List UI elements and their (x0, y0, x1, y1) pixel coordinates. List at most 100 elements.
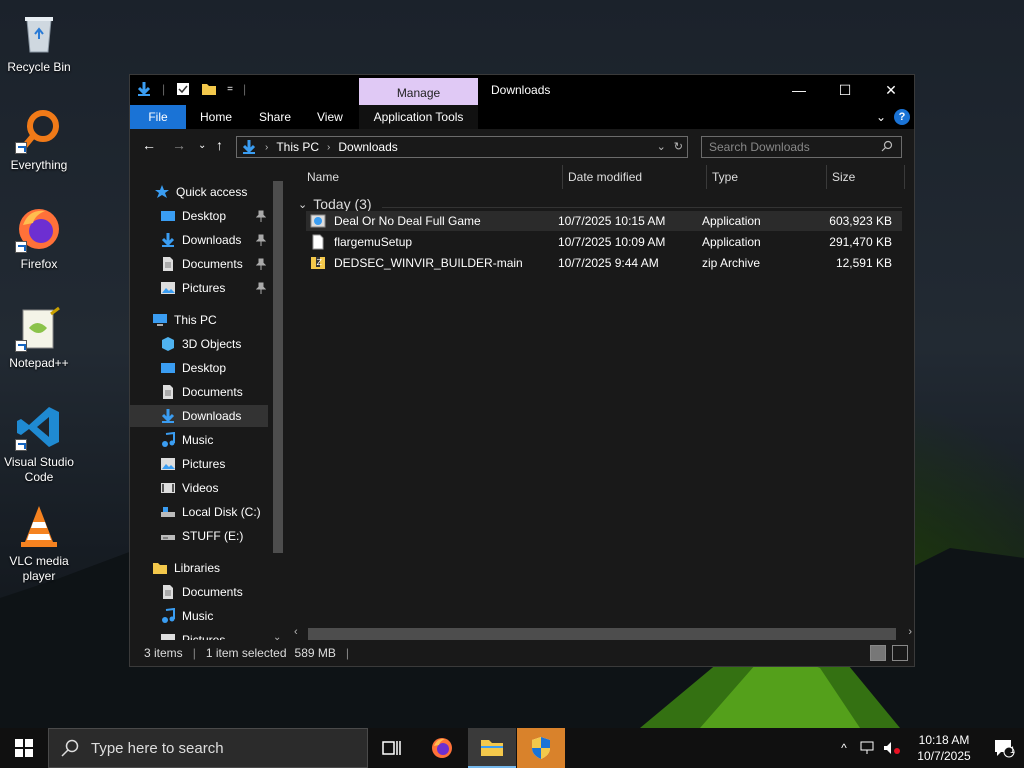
nav-quick-downloads[interactable]: Downloads (130, 229, 268, 251)
task-view-button[interactable] (368, 728, 416, 768)
ribbon-tabs: File Home Share View Application Tools ⌄… (130, 105, 914, 129)
column-header-type[interactable]: Type (712, 163, 738, 191)
close-button[interactable]: ✕ (868, 75, 914, 105)
taskbar-search-input[interactable]: Type here to search (48, 728, 368, 768)
up-arrow-icon[interactable]: ↑ (216, 137, 223, 153)
downloads-folder-icon (161, 409, 175, 423)
taskbar-firefox[interactable] (418, 728, 466, 768)
forward-arrow-icon[interactable]: → (172, 137, 186, 153)
group-header-today[interactable]: ⌄ Today (3) (298, 196, 372, 212)
action-center-button[interactable]: 1 (984, 728, 1024, 768)
3d-objects-icon (162, 337, 174, 351)
expand-ribbon-icon[interactable]: ⌄ (876, 110, 886, 124)
customize-toolbar-icon[interactable]: = (227, 84, 233, 95)
help-icon[interactable]: ? (894, 109, 910, 125)
taskbar-uac-prompt[interactable] (517, 728, 565, 768)
everything-icon (15, 106, 63, 154)
nav-quick-documents[interactable]: Documents (130, 253, 268, 275)
pin-icon[interactable] (256, 210, 266, 222)
nav-documents[interactable]: Documents (130, 381, 268, 403)
nav-quick-desktop[interactable]: Desktop (130, 205, 268, 227)
pin-icon[interactable] (256, 282, 266, 294)
nav-libraries[interactable]: Libraries (130, 557, 268, 579)
back-arrow-icon[interactable]: ← (142, 137, 156, 153)
clock[interactable]: 10:18 AM 10/7/2025 (904, 732, 984, 764)
desktop-icon-label: Recycle Bin (7, 60, 71, 74)
network-icon[interactable] (856, 728, 880, 768)
nav-pictures[interactable]: Pictures (130, 453, 268, 475)
column-header-date[interactable]: Date modified (568, 163, 642, 191)
address-bar[interactable]: › This PC › Downloads ⌄ ↻ (236, 136, 688, 158)
collapse-chevron-icon[interactable]: ⌄ (298, 198, 307, 211)
nav-3d-objects[interactable]: 3D Objects (130, 333, 268, 355)
recent-locations-icon[interactable]: ⌄ (198, 140, 206, 151)
scrollbar-thumb[interactable] (308, 628, 896, 640)
nav-label: Quick access (176, 185, 248, 199)
tab-manage[interactable]: Manage (359, 78, 478, 105)
column-header-name[interactable]: Name (307, 163, 339, 191)
desktop-icon-vscode[interactable]: Visual Studio Code (2, 403, 76, 485)
scroll-left-icon[interactable]: ‹ (294, 626, 298, 638)
properties-icon[interactable] (175, 81, 191, 97)
breadcrumb-chevron-icon[interactable]: › (265, 142, 268, 153)
volume-muted-icon[interactable] (880, 728, 904, 768)
desktop-icon-recycle-bin[interactable]: Recycle Bin (2, 8, 76, 75)
pictures-icon (161, 458, 175, 470)
status-selected: 1 item selected (205, 646, 287, 660)
column-header-size[interactable]: Size (832, 163, 855, 191)
nav-downloads[interactable]: Downloads (130, 405, 268, 427)
pin-icon[interactable] (256, 234, 266, 246)
nav-this-pc[interactable]: This PC (130, 309, 268, 331)
search-icon (61, 739, 79, 757)
minimize-button[interactable]: — (776, 75, 822, 105)
desktop-icon-everything[interactable]: Everything (2, 106, 76, 173)
scrollbar-thumb[interactable] (273, 181, 283, 553)
tab-application-tools[interactable]: Application Tools (359, 105, 478, 129)
navigation-bar: ← → ⌄ ↑ › This PC › Downloads ⌄ ↻ Search… (130, 129, 914, 163)
maximize-button[interactable]: ☐ (822, 75, 868, 105)
desktop-icon-firefox[interactable]: Firefox (2, 205, 76, 272)
start-button[interactable] (0, 728, 48, 768)
breadcrumb-downloads[interactable]: Downloads (338, 140, 397, 154)
nav-music[interactable]: Music (130, 429, 268, 451)
nav-lib-music[interactable]: Music (130, 605, 268, 627)
nav-local-disk[interactable]: Local Disk (C:) (130, 501, 268, 523)
download-arrow-icon[interactable] (136, 81, 152, 97)
nav-desktop[interactable]: Desktop (130, 357, 268, 379)
search-input[interactable]: Search Downloads (701, 136, 902, 158)
libraries-icon (153, 563, 167, 574)
notepadpp-icon (15, 304, 63, 352)
horizontal-scrollbar[interactable]: ‹ › (290, 626, 916, 641)
local-disk-icon (161, 507, 175, 517)
show-hidden-icons-button[interactable]: ^ (832, 728, 856, 768)
desktop-icon-vlc[interactable]: VLC media player (2, 502, 76, 584)
taskbar-file-explorer[interactable] (468, 728, 516, 768)
address-dropdown-icon[interactable]: ⌄ (657, 140, 666, 153)
scroll-right-icon[interactable]: › (908, 626, 912, 638)
tab-home[interactable]: Home (200, 105, 232, 129)
nav-quick-pictures[interactable]: Pictures (130, 277, 268, 299)
tab-view[interactable]: View (317, 105, 343, 129)
shortcut-arrow-icon (15, 340, 27, 352)
file-list: Name Date modified Type Size ⌄ Today (3)… (290, 163, 914, 641)
nav-pane-scrollbar[interactable]: ⌄ (270, 175, 286, 643)
file-row[interactable]: Deal Or No Deal Full Game 10/7/2025 10:15… (306, 211, 902, 231)
file-size: 603,923 KB (829, 214, 892, 228)
file-row[interactable]: Z DEDSEC_WINVIR_BUILDER-main 10/7/2025 9:4… (306, 253, 902, 273)
nav-lib-documents[interactable]: Documents (130, 581, 268, 603)
nav-quick-access[interactable]: Quick access (130, 181, 268, 203)
large-icons-view-icon[interactable] (892, 645, 908, 661)
nav-videos[interactable]: Videos (130, 477, 268, 499)
refresh-icon[interactable]: ↻ (674, 140, 683, 153)
tab-file[interactable]: File (130, 105, 186, 129)
new-folder-icon[interactable] (201, 81, 217, 97)
nav-stuff-drive[interactable]: STUFF (E:) (130, 525, 268, 547)
breadcrumb-chevron-icon[interactable]: › (327, 142, 330, 153)
tab-share[interactable]: Share (259, 105, 291, 129)
computer-icon (153, 314, 167, 326)
desktop-icon-notepadpp[interactable]: Notepad++ (2, 304, 76, 371)
pin-icon[interactable] (256, 258, 266, 270)
breadcrumb-this-pc[interactable]: This PC (276, 140, 319, 154)
details-view-icon[interactable] (870, 645, 886, 661)
file-row[interactable]: flargemuSetup 10/7/2025 10:09 AM Applicati… (306, 232, 902, 252)
